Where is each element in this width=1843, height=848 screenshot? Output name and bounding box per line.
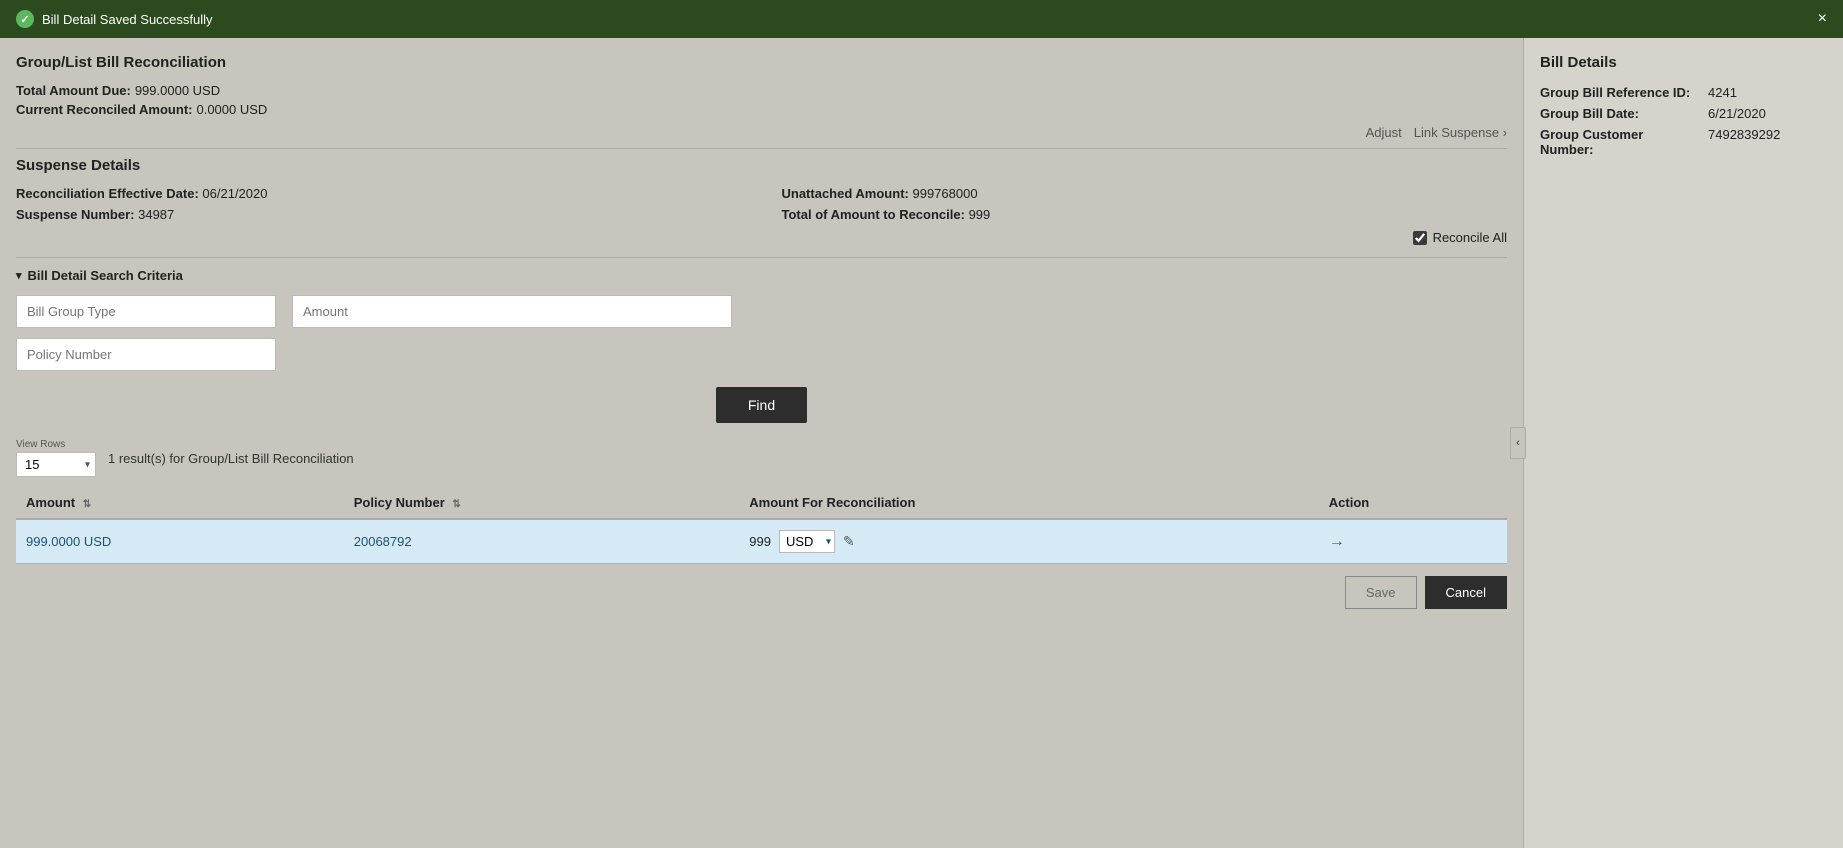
group-bill-date-label: Group Bill Date: bbox=[1540, 106, 1700, 121]
view-rows-control: View Rows 15 25 50 100 ▾ bbox=[16, 439, 96, 477]
unattached-amount-item: Unattached Amount: 999768000 bbox=[782, 186, 1508, 201]
results-bar: View Rows 15 25 50 100 ▾ 1 result(s) for… bbox=[16, 439, 1507, 477]
view-rows-select[interactable]: 15 25 50 100 bbox=[16, 452, 96, 477]
currency-dropdown-wrapper: USD ▾ bbox=[779, 530, 835, 553]
main-title: Group/List Bill Reconciliation bbox=[16, 54, 1507, 71]
suspense-details-section: Suspense Details Reconciliation Effectiv… bbox=[16, 157, 1507, 245]
reconcile-amount-value: 999 bbox=[749, 534, 771, 549]
cell-policy-number: 20068792 bbox=[344, 519, 740, 564]
bill-detail-row-1: Group Bill Date: 6/21/2020 bbox=[1540, 106, 1827, 121]
suspense-number-item: Suspense Number: 34987 bbox=[16, 207, 742, 222]
success-icon: ✓ bbox=[16, 10, 34, 28]
current-reconciled-item: Current Reconciled Amount: 0.0000 USD bbox=[16, 102, 267, 117]
col-amount-reconciliation: Amount For Reconciliation bbox=[739, 487, 1318, 519]
save-button[interactable]: Save bbox=[1345, 576, 1417, 609]
col-policy-number-sort-icon[interactable]: ⇅ bbox=[452, 499, 460, 510]
find-button[interactable]: Find bbox=[716, 387, 807, 423]
left-panel: Group/List Bill Reconciliation Total Amo… bbox=[0, 38, 1523, 848]
suspense-number-label: Suspense Number: bbox=[16, 207, 134, 222]
unattached-amount-label: Unattached Amount: bbox=[782, 186, 909, 201]
amount-input[interactable] bbox=[292, 295, 732, 328]
notification-close-button[interactable]: × bbox=[1818, 11, 1827, 27]
cell-action: → bbox=[1319, 519, 1507, 564]
suspense-number-value: 34987 bbox=[138, 207, 174, 222]
col-amount: Amount ⇅ bbox=[16, 487, 344, 519]
reconcile-all-label: Reconcile All bbox=[1433, 230, 1507, 245]
main-layout: Group/List Bill Reconciliation Total Amo… bbox=[0, 38, 1843, 848]
reconcile-all-checkbox[interactable] bbox=[1413, 231, 1427, 245]
amount-info-row: Total Amount Due: 999.0000 USD bbox=[16, 83, 1507, 98]
cancel-button[interactable]: Cancel bbox=[1425, 576, 1507, 609]
table-row: 999.0000 USD 20068792 999 USD ▾ ✎ bbox=[16, 519, 1507, 564]
search-criteria-toggle[interactable]: ▾ Bill Detail Search Criteria bbox=[16, 268, 1507, 283]
action-arrow-icon[interactable]: → bbox=[1329, 533, 1345, 550]
reconciliation-date-value: 06/21/2020 bbox=[202, 186, 267, 201]
current-reconciled-value: 0.0000 USD bbox=[196, 102, 267, 117]
col-action: Action bbox=[1319, 487, 1507, 519]
section-divider bbox=[16, 257, 1507, 258]
search-criteria-section: ▾ Bill Detail Search Criteria bbox=[16, 268, 1507, 371]
reconcile-cell: 999 USD ▾ ✎ bbox=[749, 530, 1308, 553]
bill-group-type-input[interactable] bbox=[16, 295, 276, 328]
group-customer-number-value: 7492839292 bbox=[1708, 127, 1827, 157]
bill-detail-row-0: Group Bill Reference ID: 4241 bbox=[1540, 85, 1827, 100]
collapse-panel-button[interactable]: ‹ bbox=[1510, 427, 1526, 459]
policy-number-input[interactable] bbox=[16, 338, 276, 371]
total-reconcile-label: Total of Amount to Reconcile: bbox=[782, 207, 965, 222]
action-row: Adjust Link Suspense › bbox=[16, 125, 1507, 149]
current-reconciled-label: Current Reconciled Amount: bbox=[16, 102, 192, 117]
notification-text: Bill Detail Saved Successfully bbox=[42, 12, 213, 27]
unattached-amount-value: 999768000 bbox=[912, 186, 977, 201]
reconciliation-date-label: Reconciliation Effective Date: bbox=[16, 186, 199, 201]
bill-detail-row-2: Group Customer Number: 7492839292 bbox=[1540, 127, 1827, 157]
table-header-row: Amount ⇅ Policy Number ⇅ Amount For Reco… bbox=[16, 487, 1507, 519]
suspense-grid: Reconciliation Effective Date: 06/21/202… bbox=[16, 186, 1507, 222]
link-suspense-link[interactable]: Link Suspense › bbox=[1414, 125, 1507, 140]
reconciled-info-row: Current Reconciled Amount: 0.0000 USD bbox=[16, 102, 1507, 117]
reconcile-all-row: Reconcile All bbox=[16, 230, 1507, 245]
col-policy-number: Policy Number ⇅ bbox=[344, 487, 740, 519]
col-action-label: Action bbox=[1329, 495, 1369, 510]
results-table: Amount ⇅ Policy Number ⇅ Amount For Reco… bbox=[16, 487, 1507, 564]
bottom-action-bar: Save Cancel bbox=[16, 576, 1507, 609]
cell-amount: 999.0000 USD bbox=[16, 519, 344, 564]
edit-icon[interactable]: ✎ bbox=[843, 533, 855, 550]
search-fields bbox=[16, 295, 1507, 371]
total-amount-label: Total Amount Due: bbox=[16, 83, 131, 98]
search-row-2 bbox=[16, 338, 1507, 371]
results-count: 1 result(s) for Group/List Bill Reconcil… bbox=[108, 451, 354, 466]
toggle-arrow-icon: ▾ bbox=[16, 269, 22, 282]
total-amount-item: Total Amount Due: 999.0000 USD bbox=[16, 83, 220, 98]
col-amount-sort-icon[interactable]: ⇅ bbox=[83, 499, 91, 510]
total-reconcile-value: 999 bbox=[969, 207, 991, 222]
group-bill-ref-label: Group Bill Reference ID: bbox=[1540, 85, 1700, 100]
bill-details-title: Bill Details bbox=[1540, 54, 1827, 71]
col-policy-number-label: Policy Number bbox=[354, 495, 445, 510]
notification-bar: ✓ Bill Detail Saved Successfully × bbox=[0, 0, 1843, 38]
col-amount-label: Amount bbox=[26, 495, 75, 510]
reconciliation-date-item: Reconciliation Effective Date: 06/21/202… bbox=[16, 186, 742, 201]
currency-select[interactable]: USD bbox=[779, 530, 835, 553]
view-rows-label: View Rows bbox=[16, 439, 96, 450]
adjust-link[interactable]: Adjust bbox=[1366, 125, 1402, 140]
col-amount-reconciliation-label: Amount For Reconciliation bbox=[749, 495, 915, 510]
view-rows-dropdown-wrapper: 15 25 50 100 ▾ bbox=[16, 452, 96, 477]
group-customer-number-label: Group Customer Number: bbox=[1540, 127, 1700, 157]
search-row-1 bbox=[16, 295, 1507, 328]
cell-reconcile-amount: 999 USD ▾ ✎ bbox=[739, 519, 1318, 564]
group-bill-date-value: 6/21/2020 bbox=[1708, 106, 1827, 121]
total-amount-value: 999.0000 USD bbox=[135, 83, 220, 98]
right-panel: ‹ Bill Details Group Bill Reference ID: … bbox=[1523, 38, 1843, 848]
find-button-row: Find bbox=[16, 387, 1507, 423]
notification-message: ✓ Bill Detail Saved Successfully bbox=[16, 10, 213, 28]
group-bill-ref-value: 4241 bbox=[1708, 85, 1827, 100]
search-criteria-title: Bill Detail Search Criteria bbox=[28, 268, 183, 283]
suspense-details-title: Suspense Details bbox=[16, 157, 1507, 174]
total-reconcile-item: Total of Amount to Reconcile: 999 bbox=[782, 207, 1508, 222]
